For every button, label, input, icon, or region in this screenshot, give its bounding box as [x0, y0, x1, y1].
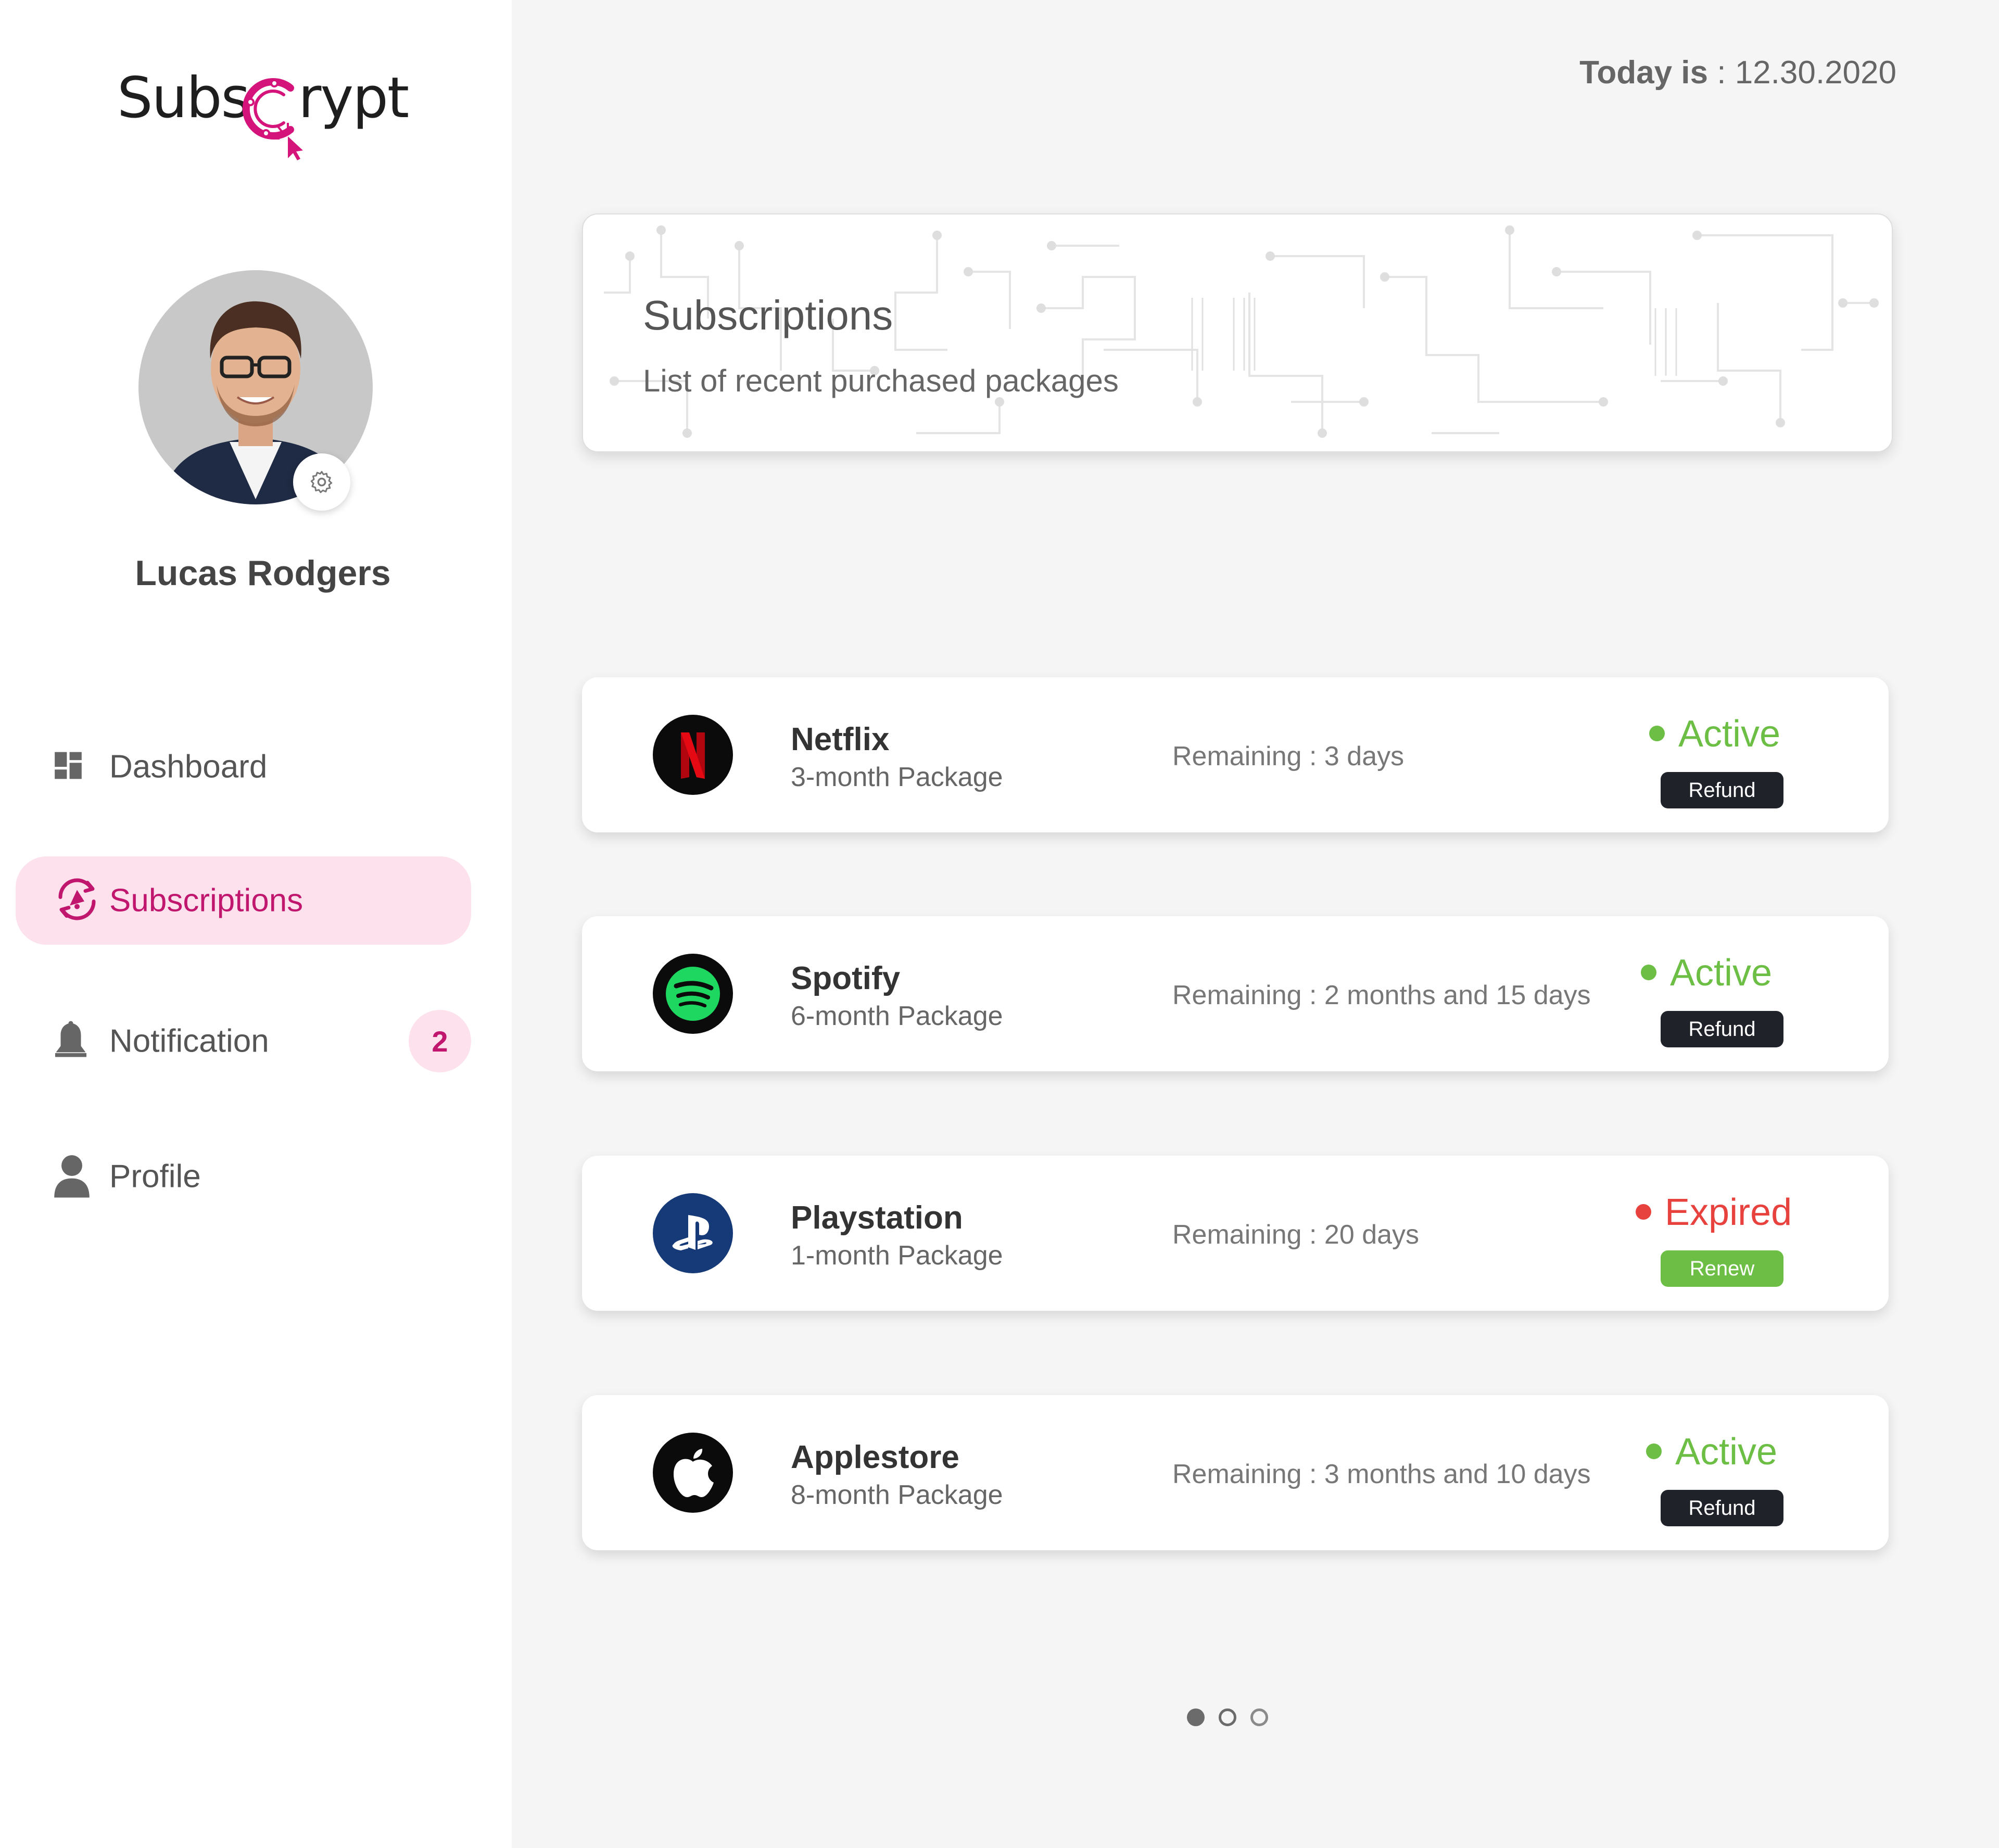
logo-text-left: Subs [117, 66, 250, 131]
sidebar-item-label: Notification [109, 1023, 269, 1059]
status-badge: Active [1646, 1431, 1777, 1473]
sidebar-item-label: Subscriptions [109, 882, 303, 919]
subscription-name: Spotify [791, 960, 901, 996]
user-name: Lucas Rodgers [135, 553, 391, 593]
subscription-package: 6-month Package [791, 1001, 1003, 1031]
subscription-card[interactable]: Playstation 1-month Package Remaining : … [582, 1156, 1889, 1311]
logo-text-right: rypt [298, 66, 409, 131]
subscriptions-icon [52, 875, 102, 927]
subscription-remaining: Remaining : 2 months and 15 days [1172, 980, 1591, 1010]
bell-icon [52, 1018, 90, 1065]
status-badge: Active [1649, 713, 1780, 755]
subscription-remaining: Remaining : 3 days [1172, 741, 1405, 771]
status-dot-icon [1641, 964, 1656, 980]
status-dot-icon [1649, 725, 1665, 741]
subscription-package: 3-month Package [791, 762, 1003, 792]
status-dot-icon [1646, 1443, 1662, 1459]
subscription-remaining: Remaining : 20 days [1172, 1220, 1420, 1250]
subscription-card[interactable]: Netflix 3-month Package Remaining : 3 da… [582, 677, 1889, 832]
pagination-dot[interactable] [1250, 1708, 1268, 1726]
sidebar-item-profile[interactable]: Profile [16, 1132, 471, 1221]
today-label: Today is [1579, 55, 1709, 91]
subscription-package: 8-month Package [791, 1480, 1003, 1510]
subscription-card[interactable]: Applestore 8-month Package Remaining : 3… [582, 1395, 1889, 1550]
playstation-logo-icon [653, 1193, 733, 1273]
pagination-dot[interactable] [1219, 1708, 1236, 1726]
status-label: Active [1675, 1431, 1778, 1473]
page-header-card: Subscriptions List of recent purchased p… [582, 213, 1893, 452]
today-value: : 12.30.2020 [1708, 55, 1896, 91]
spotify-logo-icon [653, 954, 733, 1034]
today-date: Today is : 12.30.2020 [1579, 54, 1896, 91]
status-label: Active [1678, 713, 1781, 755]
notification-count-badge: 2 [409, 1010, 471, 1072]
subscription-remaining: Remaining : 3 months and 10 days [1172, 1459, 1591, 1489]
pagination-dots [1187, 1708, 1268, 1726]
person-icon [52, 1153, 92, 1200]
refund-button[interactable]: Refund [1661, 1011, 1783, 1047]
status-dot-icon [1636, 1204, 1651, 1220]
subscription-name: Playstation [791, 1200, 963, 1236]
sidebar-item-subscriptions[interactable]: Subscriptions [16, 856, 471, 945]
status-badge: Expired [1636, 1191, 1792, 1234]
subscription-package: 1-month Package [791, 1241, 1003, 1271]
netflix-logo-icon [653, 715, 733, 795]
sidebar-item-notification[interactable]: Notification 2 [16, 997, 471, 1085]
sidebar-item-label: Profile [109, 1158, 201, 1195]
renew-button[interactable]: Renew [1661, 1250, 1783, 1287]
sidebar-item-dashboard[interactable]: Dashboard [16, 723, 471, 811]
status-label: Active [1670, 952, 1773, 994]
status-label: Expired [1665, 1192, 1792, 1233]
status-badge: Active [1641, 952, 1772, 994]
gear-icon [310, 471, 333, 493]
page-subtitle: List of recent purchased packages [643, 363, 1119, 398]
sidebar-item-label: Dashboard [109, 749, 268, 785]
apple-logo-icon [653, 1433, 733, 1513]
dashboard-icon [52, 750, 84, 784]
avatar-settings-button[interactable] [293, 453, 350, 511]
logo-c-cursor-icon [242, 78, 303, 160]
refund-button[interactable]: Refund [1661, 772, 1783, 808]
subscription-name: Netflix [791, 722, 890, 757]
pagination-dot-active[interactable] [1187, 1708, 1205, 1726]
page-title: Subscriptions [643, 292, 893, 338]
subscription-name: Applestore [791, 1439, 959, 1475]
subscription-card[interactable]: Spotify 6-month Package Remaining : 2 mo… [582, 916, 1889, 1071]
refund-button[interactable]: Refund [1661, 1490, 1783, 1526]
app-logo[interactable]: Subs rypt [117, 62, 409, 161]
sidebar: Subs rypt Lucas Rodgers Dashboard Subscr… [0, 0, 512, 1848]
